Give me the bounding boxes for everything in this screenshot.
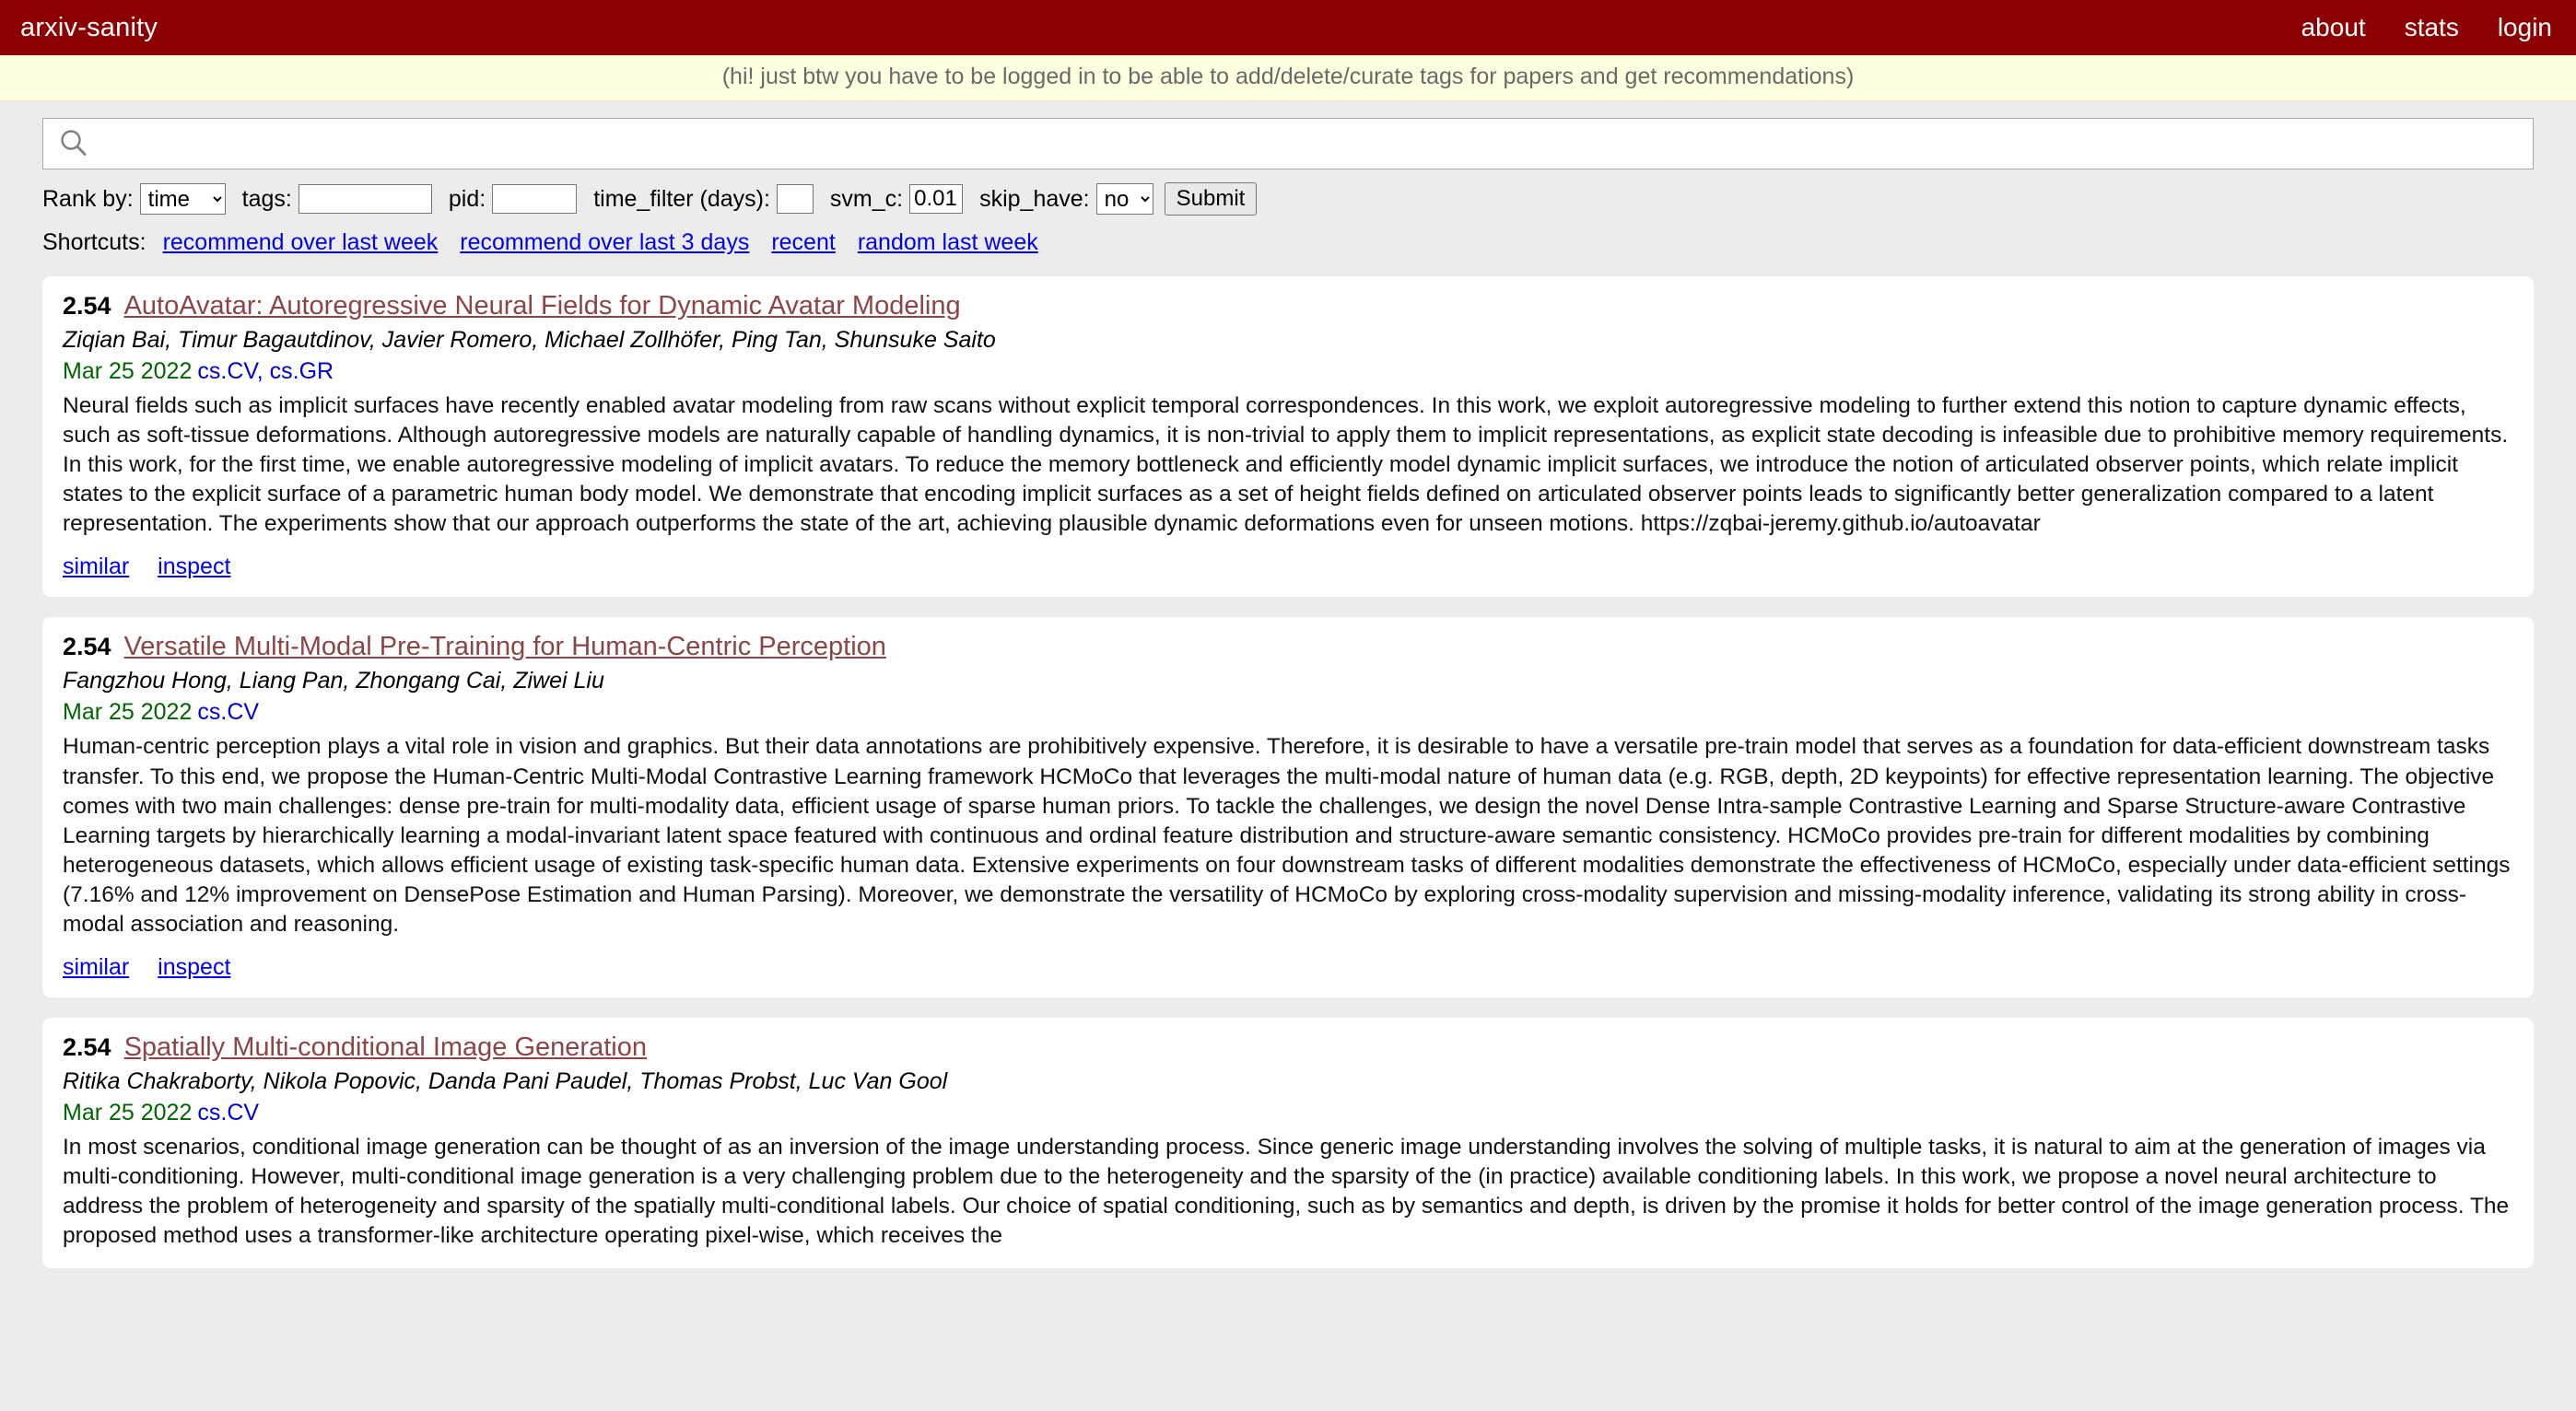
shortcuts-label: Shortcuts: — [42, 229, 146, 255]
paper-date: Mar 25 2022 — [63, 358, 193, 384]
paper-title-link[interactable]: Versatile Multi-Modal Pre-Training for H… — [124, 632, 886, 662]
paper-date: Mar 25 2022 — [63, 699, 193, 726]
paper-meta: Mar 25 2022 cs.CV — [63, 699, 2513, 726]
similar-link[interactable]: similar — [63, 954, 129, 980]
paper-card: 2.54 Spatially Multi-conditional Image G… — [42, 1018, 2534, 1268]
paper-card: 2.54 AutoAvatar: Autoregressive Neural F… — [42, 276, 2534, 598]
paper-meta: Mar 25 2022 cs.CV, cs.GR — [63, 358, 2513, 385]
paper-authors: Fangzhou Hong, Liang Pan, Zhongang Cai, … — [63, 668, 604, 694]
header-nav: about stats login — [2301, 13, 2552, 42]
paper-score: 2.54 — [63, 1033, 111, 1062]
filter-row: Rank by: time tags: pid: time_filter (da… — [42, 182, 2534, 216]
nav-link-about[interactable]: about — [2301, 13, 2366, 42]
tags-input[interactable] — [298, 184, 432, 214]
paper-title-link[interactable]: AutoAvatar: Autoregressive Neural Fields… — [124, 291, 961, 321]
svm-c-input[interactable] — [909, 184, 964, 214]
shortcut-recommend-last-week[interactable]: recommend over last week — [163, 229, 439, 256]
site-brand[interactable]: arxiv-sanity — [20, 13, 158, 43]
inspect-link[interactable]: inspect — [158, 554, 230, 579]
search-box[interactable] — [42, 118, 2534, 169]
nav-link-login[interactable]: login — [2498, 13, 2552, 42]
paper-authors: Ziqian Bai, Timur Bagautdinov, Javier Ro… — [63, 327, 996, 353]
similar-link[interactable]: similar — [63, 554, 129, 579]
skip-have-label: skip_have: — [979, 185, 1090, 212]
inspect-link[interactable]: inspect — [158, 954, 230, 980]
svm-c-label: svm_c: — [829, 185, 904, 212]
paper-meta: Mar 25 2022 cs.CV — [63, 1100, 2513, 1126]
site-header: arxiv-sanity about stats login — [0, 0, 2576, 55]
paper-header: 2.54 Versatile Multi-Modal Pre-Training … — [63, 632, 2513, 662]
paper-abstract: Neural fields such as implicit surfaces … — [63, 393, 2509, 537]
skip-have-select[interactable]: no — [1095, 183, 1153, 215]
pid-label: pid: — [448, 185, 486, 212]
paper-action-links: similar inspect — [63, 554, 2513, 580]
pid-input[interactable] — [492, 184, 578, 214]
shortcut-recommend-last-3-days[interactable]: recommend over last 3 days — [460, 229, 749, 256]
paper-categories[interactable]: cs.CV — [197, 1100, 259, 1125]
rank-by-select[interactable]: time — [139, 183, 226, 215]
time-filter-input[interactable] — [776, 184, 814, 214]
tags-label: tags: — [241, 185, 292, 212]
submit-button[interactable]: Submit — [1164, 182, 1258, 216]
paper-score: 2.54 — [63, 292, 111, 320]
paper-score: 2.54 — [63, 633, 111, 661]
paper-abstract: Human-centric perception plays a vital r… — [63, 734, 2511, 938]
shortcut-recent[interactable]: recent — [771, 229, 835, 256]
info-banner: (hi! just btw you have to be logged in t… — [0, 55, 2576, 101]
paper-action-links: similar inspect — [63, 954, 2513, 981]
shortcuts-row: Shortcuts: recommend over last week reco… — [42, 229, 2534, 256]
paper-categories[interactable]: cs.CV — [197, 699, 259, 725]
search-icon — [58, 128, 89, 159]
paper-authors: Ritika Chakraborty, Nikola Popovic, Dand… — [63, 1068, 948, 1095]
paper-categories[interactable]: cs.CV, cs.GR — [197, 358, 334, 384]
nav-link-stats[interactable]: stats — [2405, 13, 2459, 42]
paper-list: 2.54 AutoAvatar: Autoregressive Neural F… — [0, 276, 2576, 1268]
search-input[interactable] — [89, 128, 2533, 159]
paper-card: 2.54 Versatile Multi-Modal Pre-Training … — [42, 617, 2534, 998]
paper-abstract: In most scenarios, conditional image gen… — [63, 1135, 2510, 1249]
rank-by-label: Rank by: — [42, 185, 134, 212]
paper-header: 2.54 AutoAvatar: Autoregressive Neural F… — [63, 291, 2513, 321]
paper-title-link[interactable]: Spatially Multi-conditional Image Genera… — [124, 1032, 647, 1063]
time-filter-label: time_filter (days): — [593, 185, 770, 212]
paper-header: 2.54 Spatially Multi-conditional Image G… — [63, 1032, 2513, 1063]
controls-section: Rank by: time tags: pid: time_filter (da… — [0, 118, 2576, 256]
paper-date: Mar 25 2022 — [63, 1100, 193, 1126]
shortcut-random-last-week[interactable]: random last week — [858, 229, 1038, 256]
